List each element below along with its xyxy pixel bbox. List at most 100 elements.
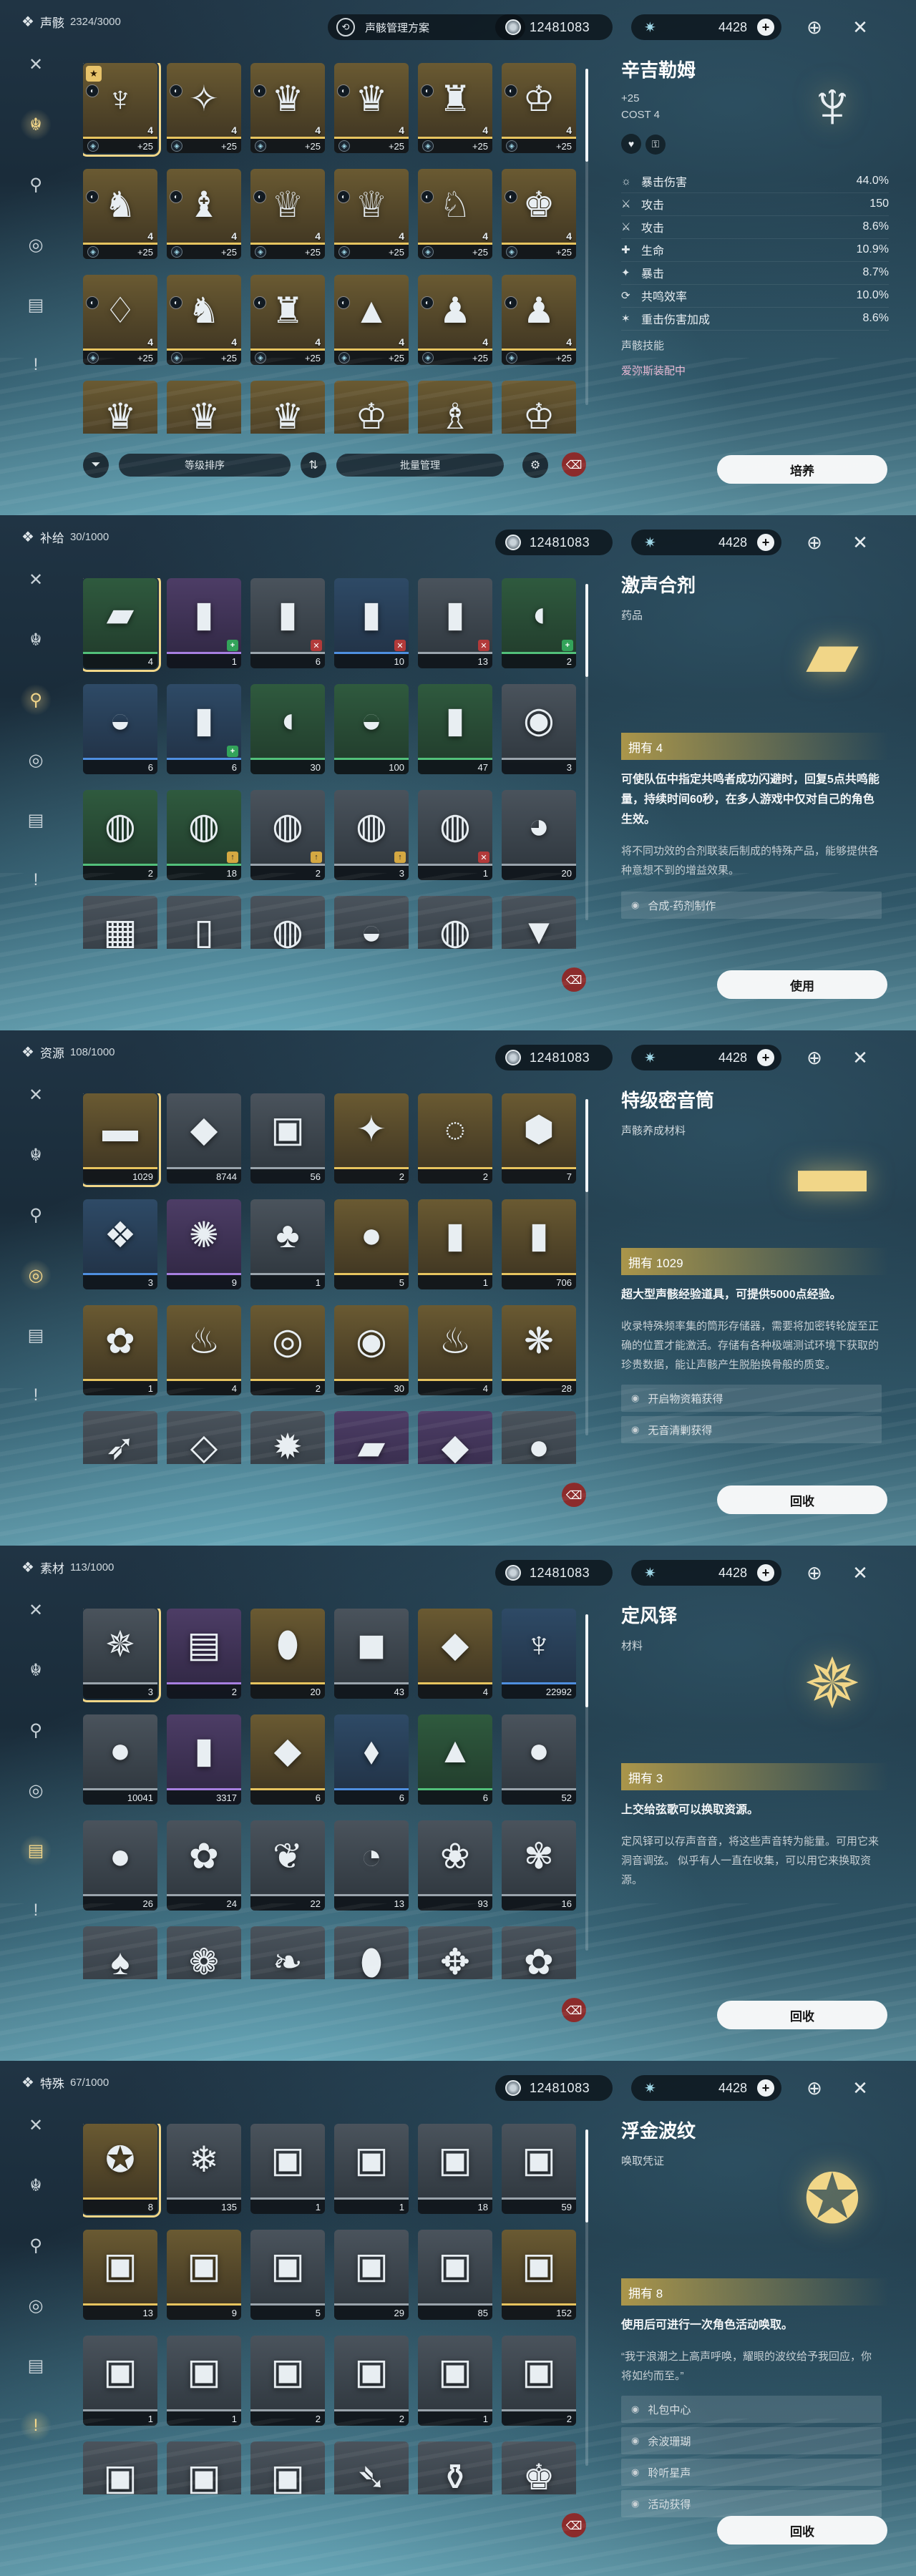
item-slot[interactable]: ◌ 2 bbox=[418, 1093, 492, 1184]
batch-manage-button[interactable]: 批量管理 bbox=[336, 454, 504, 477]
item-slot[interactable]: ◍ 1 ✕ bbox=[418, 790, 492, 880]
item-slot[interactable]: ▣ 85 bbox=[418, 2230, 492, 2320]
item-slot[interactable]: ◆ 8744 bbox=[167, 1093, 241, 1184]
item-slot[interactable]: ▮ 47 bbox=[418, 684, 492, 774]
item-slot[interactable]: ▣ 59 bbox=[502, 2124, 576, 2214]
item-slot[interactable]: ✧ ◈ +25 4 ◐ bbox=[167, 63, 241, 153]
item-slot[interactable]: ▣ bbox=[167, 2441, 241, 2494]
close-icon[interactable]: ✕ bbox=[846, 13, 874, 42]
sidebar-echo-mask[interactable]: ☬ bbox=[20, 624, 52, 655]
discard-button[interactable]: ⌫ bbox=[562, 1483, 586, 1507]
sidebar-material[interactable]: ▤ bbox=[20, 804, 52, 836]
item-slot[interactable]: ▦✕ bbox=[83, 896, 157, 949]
target-icon[interactable]: ⊕ bbox=[800, 528, 829, 557]
add-waveplate-button[interactable]: + bbox=[757, 2079, 774, 2097]
source-row[interactable]: ◉ 开启物资箱获得 bbox=[621, 1385, 882, 1412]
target-icon[interactable]: ⊕ bbox=[800, 1558, 829, 1587]
item-slot[interactable]: ◖ 30 bbox=[250, 684, 325, 774]
item-slot[interactable]: ♛ bbox=[83, 381, 157, 434]
add-waveplate-button[interactable]: + bbox=[757, 1049, 774, 1066]
item-slot[interactable]: ❀ 93 bbox=[418, 1820, 492, 1911]
sidebar-material[interactable]: ▤ bbox=[20, 289, 52, 321]
item-slot[interactable]: ● 10041 bbox=[83, 1714, 157, 1805]
item-slot[interactable]: ✾ 16 bbox=[502, 1820, 576, 1911]
item-slot[interactable]: ♕ ◈ +25 4 ◐ bbox=[250, 169, 325, 259]
item-slot[interactable]: ◔ 13 bbox=[334, 1820, 409, 1911]
sidebar-sword[interactable]: ✕ bbox=[20, 49, 52, 80]
item-slot[interactable]: ♗ bbox=[418, 381, 492, 434]
discard-button[interactable]: ⌫ bbox=[562, 1998, 586, 2022]
target-icon[interactable]: ⊕ bbox=[800, 2074, 829, 2102]
item-slot[interactable]: ✿ bbox=[502, 1926, 576, 1979]
item-slot[interactable]: ♛ bbox=[167, 381, 241, 434]
item-slot[interactable]: ♟ ◈ +25 4 ◐ bbox=[418, 275, 492, 365]
item-slot[interactable]: ● 52 bbox=[502, 1714, 576, 1805]
item-slot[interactable]: ▣ bbox=[250, 2441, 325, 2494]
item-slot[interactable]: ❦ 22 bbox=[250, 1820, 325, 1911]
item-slot[interactable]: ❧ bbox=[250, 1926, 325, 1979]
item-slot[interactable]: ❋ 28 bbox=[502, 1305, 576, 1395]
echo-skill-label[interactable]: 声骸技能 bbox=[621, 338, 889, 353]
item-slot[interactable]: ♟ ◈ +25 4 ◐ bbox=[502, 275, 576, 365]
sidebar-resource[interactable]: ◎ bbox=[20, 1775, 52, 1806]
item-slot[interactable]: ⬢ 7 bbox=[502, 1093, 576, 1184]
item-slot[interactable]: ◍ 3 ↑ bbox=[334, 790, 409, 880]
item-slot[interactable]: ♢ ◈ +25 4 ◐ bbox=[83, 275, 157, 365]
item-slot[interactable]: ♛ bbox=[250, 381, 325, 434]
add-waveplate-button[interactable]: + bbox=[757, 534, 774, 551]
close-icon[interactable]: ✕ bbox=[846, 2074, 874, 2102]
item-slot[interactable]: ♕ ◈ +25 4 ◐ bbox=[334, 169, 409, 259]
item-slot[interactable]: ● 5 bbox=[334, 1199, 409, 1289]
primary-action-button[interactable]: 回收 bbox=[717, 1485, 887, 1514]
sidebar-special[interactable]: ! bbox=[20, 349, 52, 381]
item-slot[interactable]: ▮ 1 + bbox=[167, 578, 241, 668]
source-row[interactable]: ◉ 聆听星声 bbox=[621, 2459, 882, 2486]
item-slot[interactable]: ♔ bbox=[334, 381, 409, 434]
item-slot[interactable]: ▮ 10 ✕ bbox=[334, 578, 409, 668]
order-toggle-button[interactable]: ⇅ bbox=[301, 452, 326, 478]
discard-button[interactable]: ⌫ bbox=[562, 967, 586, 992]
item-slot[interactable]: ▮ 706 bbox=[502, 1199, 576, 1289]
discard-button[interactable]: ⌫ bbox=[562, 2513, 586, 2537]
primary-action-button[interactable]: 回收 bbox=[717, 2001, 887, 2029]
source-row[interactable]: ◉ 合成-药剂制作 bbox=[621, 892, 882, 919]
item-slot[interactable]: ♞ ◈ +25 4 ◐ bbox=[167, 275, 241, 365]
item-slot[interactable]: ♛ ◈ +25 4 ◐ bbox=[334, 63, 409, 153]
primary-action-button[interactable]: 培养 bbox=[717, 455, 887, 484]
item-slot[interactable]: ✹ bbox=[250, 1411, 325, 1464]
item-slot[interactable]: ✦ 2 bbox=[334, 1093, 409, 1184]
item-slot[interactable]: ▮ 6 + bbox=[167, 684, 241, 774]
item-slot[interactable]: ♛ ◈ +25 4 ◐ bbox=[250, 63, 325, 153]
item-slot[interactable]: ✪ 8 bbox=[83, 2124, 161, 2218]
grid-scrollbar[interactable] bbox=[585, 2129, 588, 2466]
add-waveplate-button[interactable]: + bbox=[757, 19, 774, 36]
sidebar-material[interactable]: ▤ bbox=[20, 1835, 52, 1866]
grid-scrollbar[interactable] bbox=[585, 1099, 588, 1435]
item-slot[interactable]: ▰ bbox=[334, 1411, 409, 1464]
sidebar-echo-mask[interactable]: ☬ bbox=[20, 1139, 52, 1171]
source-row[interactable]: ◉ 礼包中心 bbox=[621, 2396, 882, 2423]
item-slot[interactable]: ▲ 6 bbox=[418, 1714, 492, 1805]
item-slot[interactable]: ♜ ◈ +25 4 ◐ bbox=[418, 63, 492, 153]
sidebar-supply[interactable]: ⚲ bbox=[20, 1714, 52, 1746]
item-slot[interactable]: ▣ 1 bbox=[334, 2124, 409, 2214]
item-slot[interactable]: ◉ 30 bbox=[334, 1305, 409, 1395]
sidebar-special[interactable]: ! bbox=[20, 2410, 52, 2441]
sidebar-special[interactable]: ! bbox=[20, 1895, 52, 1926]
item-slot[interactable]: ♘ ◈ +25 4 ◐ bbox=[418, 169, 492, 259]
sidebar-echo-mask[interactable]: ☬ bbox=[20, 1654, 52, 1686]
item-slot[interactable]: ▣ 13 bbox=[83, 2230, 157, 2320]
item-slot[interactable]: ◼ 43 bbox=[334, 1609, 409, 1699]
item-slot[interactable]: ♔ ◈ +25 4 ◐ bbox=[502, 63, 576, 153]
item-slot[interactable]: ♝ ◈ +25 4 ◐ bbox=[167, 169, 241, 259]
sidebar-sword[interactable]: ✕ bbox=[20, 1079, 52, 1111]
primary-action-button[interactable]: 回收 bbox=[717, 2516, 887, 2545]
item-slot[interactable]: ◎ 2 bbox=[250, 1305, 325, 1395]
item-slot[interactable]: ▣ 1 bbox=[83, 2336, 157, 2426]
item-slot[interactable]: ✿ 1 bbox=[83, 1305, 157, 1395]
item-slot[interactable]: ▬ 1029 bbox=[83, 1093, 161, 1187]
item-slot[interactable]: ▣ 1 bbox=[167, 2336, 241, 2426]
sidebar-supply[interactable]: ⚲ bbox=[20, 169, 52, 200]
item-slot[interactable]: ◍ bbox=[418, 896, 492, 949]
item-slot[interactable]: ▯ bbox=[167, 896, 241, 949]
